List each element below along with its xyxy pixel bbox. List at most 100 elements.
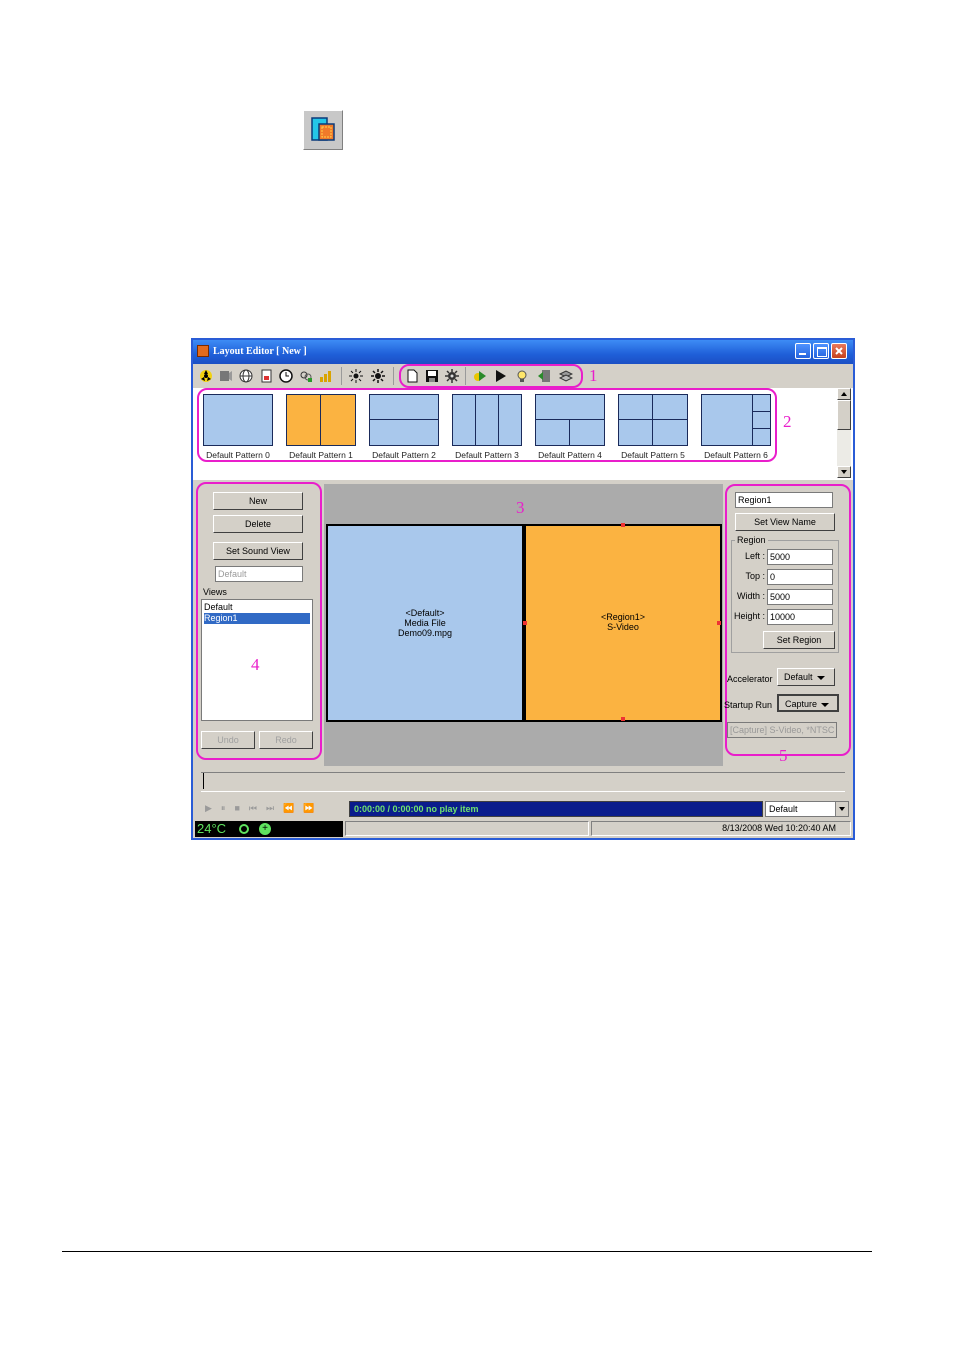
startup-run-value: Capture [785,699,818,709]
resize-handle[interactable] [621,717,625,721]
settings-gear-icon[interactable] [445,369,459,383]
title-bar: Layout Editor [ New ] [193,340,853,364]
chart-icon[interactable] [319,369,333,383]
pattern-label: Default Pattern 5 [621,450,685,460]
player-controls: ▶⏸■⏮⏭⏪⏩ 0:00:00 / 0:00:00 no play item D… [193,800,853,820]
app-icon [197,345,209,357]
light-icon[interactable] [515,369,529,383]
set-sound-view-button[interactable]: Set Sound View [213,542,303,560]
height-field[interactable]: 10000 [767,609,833,625]
width-field[interactable]: 5000 [767,589,833,605]
view-name-field[interactable]: Region1 [735,492,833,508]
list-item[interactable]: Default [204,602,310,613]
startup-run-dropdown[interactable]: Capture [777,694,839,712]
chevron-down-icon [816,675,825,680]
datetime-display: 8/13/2008 Wed 10:20:40 AM [591,821,851,836]
accelerator-label: Accelerator [727,674,773,684]
region-properties-panel: Region1 Set View Name Region Left : 5000… [723,480,853,766]
region1-title: <Region1> [600,612,646,622]
timeline-marker[interactable] [203,773,204,789]
status-bar: 24°C + 8/13/2008 Wed 10:20:40 AM [193,820,853,838]
pattern-5-thumb [618,394,688,446]
left-label: Left : [744,551,765,561]
stack-icon[interactable] [559,369,573,383]
globe-icon[interactable] [239,369,253,383]
window-title: Layout Editor [ New ] [213,346,307,357]
pattern-label: Default Pattern 0 [206,450,270,460]
pattern-3-thumb [452,394,522,446]
resize-handle[interactable] [523,621,527,625]
callout-1-number: 1 [589,366,598,385]
dropdown-arrow-button[interactable] [835,802,848,816]
brightness-up-icon[interactable] [371,369,385,383]
pause-icon[interactable]: ⏸ [221,803,235,813]
scroll-thumb[interactable] [837,400,851,430]
resize-handle[interactable] [717,621,721,625]
film-icon[interactable] [219,369,233,383]
views-label: Views [203,587,227,597]
toolbar-separator [341,367,342,385]
new-view-button[interactable]: New [213,492,303,510]
undo-button[interactable]: Undo [201,731,255,749]
rewind-icon[interactable]: ⏪ [283,803,303,813]
set-region-button[interactable]: Set Region [763,631,835,649]
pattern-label: Default Pattern 1 [289,450,353,460]
previous-icon[interactable]: ⏮ [249,803,266,813]
top-field[interactable]: 0 [767,569,833,585]
pattern-0-thumb [203,394,273,446]
redo-button[interactable]: Redo [259,731,313,749]
timeline[interactable] [201,772,845,792]
region1-source: S-Video [607,622,639,632]
link-icon[interactable] [299,369,313,383]
profile-dropdown[interactable]: Default [765,801,849,817]
forward-icon[interactable]: ⏩ [303,803,323,813]
callout-4-number: 4 [251,655,260,674]
top-label: Top : [745,571,765,581]
region-region1[interactable]: <Region1> S-Video [523,523,722,722]
set-view-name-button[interactable]: Set View Name [735,513,835,531]
delete-view-button[interactable]: Delete [213,515,303,533]
toolbar-separator [393,367,394,385]
new-icon[interactable] [405,369,419,383]
export-icon[interactable] [537,369,551,383]
play-icon[interactable] [493,369,507,383]
chevron-down-icon [821,702,830,707]
scroll-down-button[interactable] [837,466,851,478]
document-icon[interactable] [259,369,273,383]
maximize-button[interactable] [813,343,829,359]
brightness-down-icon[interactable] [349,369,363,383]
height-label: Height : [733,611,765,621]
callout-2-number: 2 [783,412,792,431]
pattern-2-thumb [369,394,439,446]
radiation-icon[interactable] [199,369,213,383]
capture-info-field: [Capture] S-Video, *NTSC [727,722,837,738]
resize-handle[interactable] [621,523,625,527]
layout-editor-icon[interactable] [303,110,343,150]
list-item-selected[interactable]: Region1 [204,613,310,624]
next-icon[interactable]: ⏭ [266,803,283,813]
power-icon[interactable] [239,824,249,834]
accelerator-dropdown[interactable]: Default [777,668,835,686]
clock-icon[interactable] [279,369,293,383]
callout-3-number: 3 [516,498,525,517]
temperature-panel: 24°C + [195,821,343,837]
run-icon[interactable] [473,369,487,383]
region-default-type: Media File [404,618,446,628]
save-icon[interactable] [425,369,439,383]
plus-icon[interactable]: + [259,823,271,835]
sound-view-field[interactable]: Default [215,566,303,582]
page-footer-rule [62,1251,872,1252]
width-label: Width : [736,591,765,601]
pattern-label: Default Pattern 3 [455,450,519,460]
time-display: 0:00:00 / 0:00:00 no play item [349,801,763,817]
region-default[interactable]: <Default> Media File Demo09.mpg [326,524,524,722]
pattern-scrollbar[interactable] [837,388,851,478]
scroll-up-button[interactable] [837,388,851,400]
play-icon[interactable]: ▶ [205,803,221,813]
left-field[interactable]: 5000 [767,549,833,565]
close-button[interactable] [831,343,847,359]
views-panel: New Delete Set Sound View Default Views … [193,480,323,762]
minimize-button[interactable] [795,343,811,359]
callout-5-number: 5 [779,746,788,765]
stop-icon[interactable]: ■ [234,803,248,813]
